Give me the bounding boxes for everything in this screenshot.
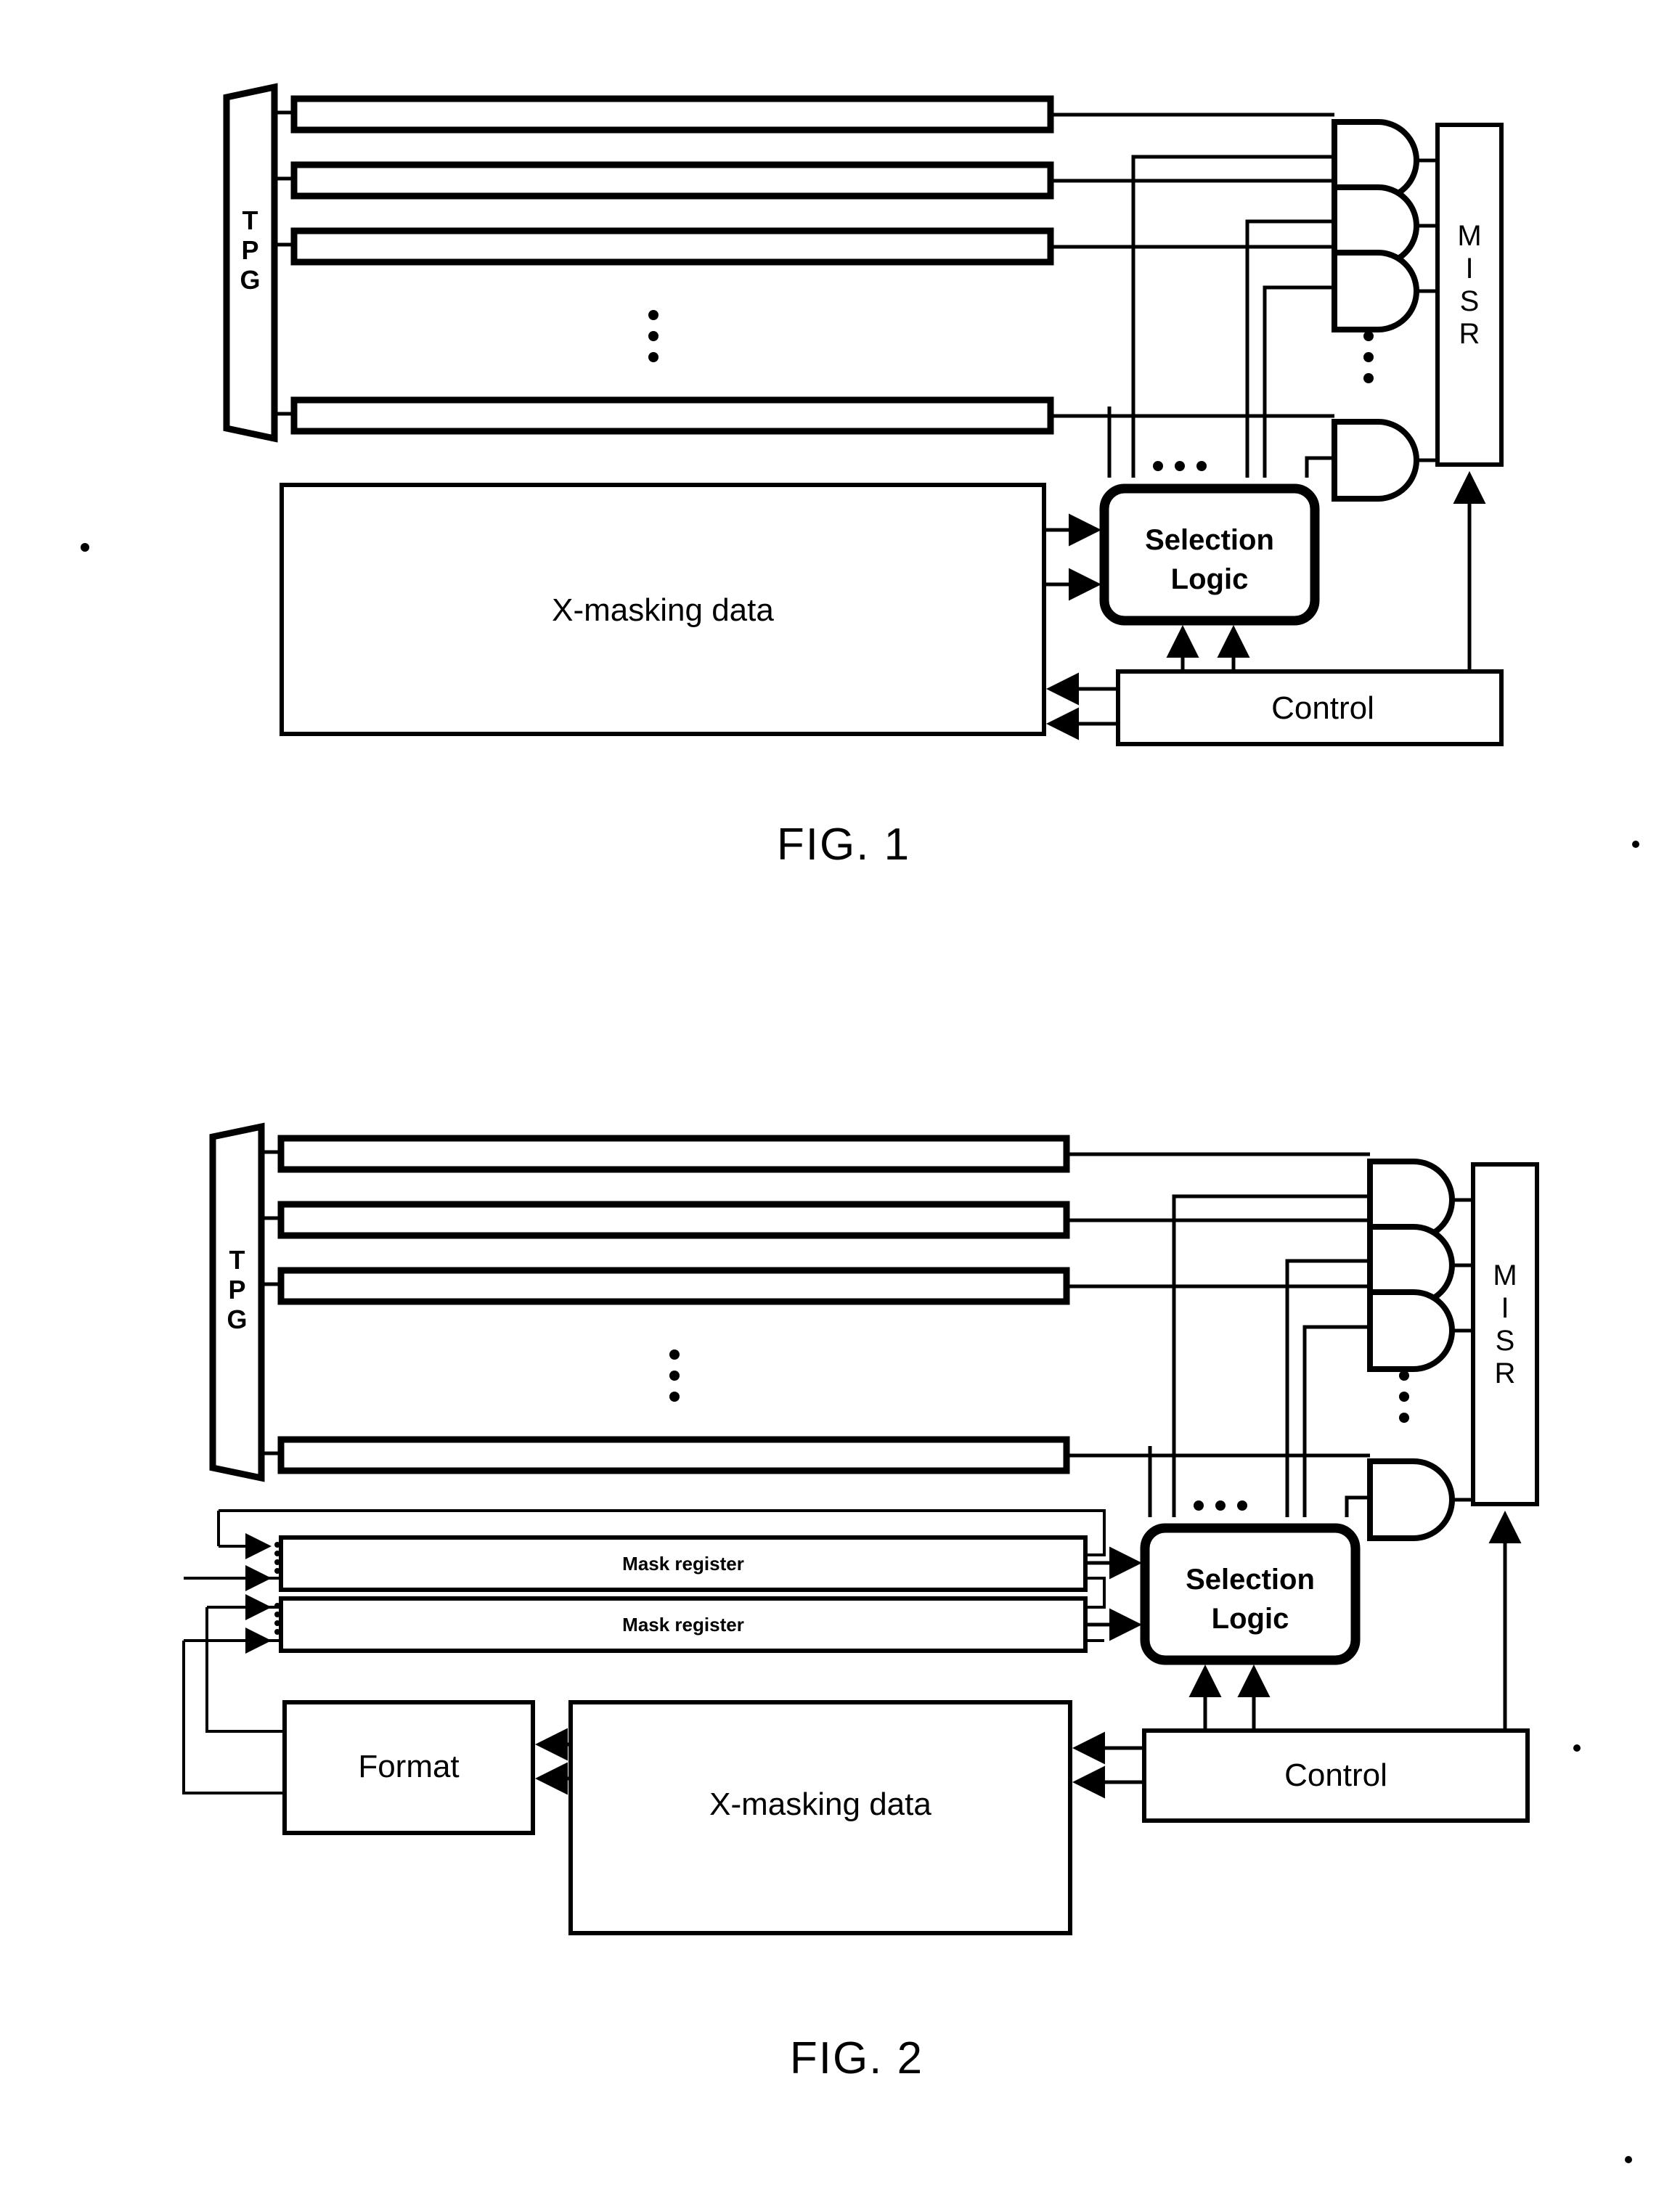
fig2-misr-label-m: M [1493, 1259, 1517, 1291]
fig1-scan-chain-ellipsis [648, 310, 658, 362]
figure-canvas: T P G M I S R Selection Logic X-masking … [81, 83, 1639, 2163]
fig1-tpg-label-t: T [242, 205, 259, 235]
fig1-tpg-label-p: P [241, 235, 259, 265]
fig2-scan-chain-row[interactable] [277, 1135, 1070, 1173]
patent-drawing-sheet: T P G M I S R Selection Logic X-masking … [0, 0, 1680, 2201]
fig2-misr-block[interactable]: M I S R [1471, 1162, 1539, 1506]
fig1-misr-label-r: R [1459, 318, 1480, 350]
page-speck [81, 543, 89, 552]
fig2-selection-logic-line2: Logic [1212, 1603, 1289, 1635]
fig2-scan-chain-ellipsis [669, 1349, 680, 1402]
fig2-scan-chain-row[interactable] [277, 1267, 1070, 1305]
fig2-misr-label-i: I [1501, 1292, 1509, 1324]
fig2-tpg-label-g: G [227, 1304, 248, 1334]
fig2-scan-chains [277, 1135, 1070, 1474]
fig1-and-gates [1332, 119, 1419, 502]
page-speck [1632, 841, 1639, 848]
fig1-selection-bus-ellipsis [1153, 461, 1207, 471]
fig2-misr-label-s: S [1496, 1325, 1515, 1357]
fig2-and-gates [1367, 1159, 1455, 1541]
figure-1: T P G M I S R Selection Logic X-masking … [223, 83, 1504, 870]
fig2-selection-logic-line1: Selection [1186, 1564, 1315, 1596]
fig1-gate-ellipsis [1363, 331, 1374, 383]
fig2-control-label: Control [1284, 1757, 1387, 1793]
fig2-mask-register-label: Mask register [622, 1614, 744, 1636]
fig1-selection-logic-line2: Logic [1171, 563, 1249, 595]
and-gate[interactable] [1367, 1458, 1455, 1541]
fig1-scan-chains [290, 95, 1054, 435]
fig2-selection-logic-block[interactable]: Selection Logic [1140, 1523, 1361, 1665]
fig1-xmasking-to-selection-arrows [1046, 513, 1101, 601]
fig1-misr-label-m: M [1457, 220, 1481, 252]
page-speck [1625, 2156, 1632, 2163]
fig2-control-to-xmasking-arrows [1072, 1731, 1144, 1799]
fig2-xmasking-block[interactable]: X-masking data [568, 1700, 1072, 1935]
fig1-caption: FIG. 1 [777, 820, 910, 870]
fig2-xmasking-label: X-masking data [709, 1786, 931, 1822]
fig2-chain-to-gate-wires [1067, 1152, 1370, 1458]
and-gate[interactable] [1367, 1289, 1455, 1372]
fig2-xmasking-to-format-arrows [535, 1728, 571, 1795]
fig1-selection-logic-line1: Selection [1145, 524, 1274, 556]
fig1-misr-label-s: S [1460, 285, 1480, 317]
fig1-tpg-block[interactable]: T P G [223, 83, 278, 443]
fig2-gate-ellipsis [1399, 1371, 1409, 1423]
fig2-control-to-selection-arrows [1188, 1665, 1271, 1731]
fig1-mask-bus [1131, 155, 1334, 478]
fig2-mask-bus [1172, 1194, 1370, 1517]
figure-2: T P G M I S R Selection Logic Mask regis… [182, 1122, 1539, 2083]
fig2-tpg-block[interactable]: T P G [209, 1122, 265, 1482]
fig2-format-label: Format [358, 1749, 459, 1784]
page-speck [1573, 1744, 1581, 1752]
fig1-chain-to-gate-wires [1051, 113, 1334, 418]
fig2-tpg-label-p: P [228, 1275, 246, 1304]
fig1-misr-block[interactable]: M I S R [1435, 123, 1504, 467]
fig1-misr-label-i: I [1465, 253, 1473, 285]
fig1-scan-chain-row[interactable] [290, 227, 1054, 266]
fig1-xmasking-label: X-masking data [552, 592, 774, 628]
fig2-mask-registers: Mask register Mask register [279, 1535, 1088, 1653]
fig2-selection-bus-ellipsis [1194, 1500, 1247, 1511]
fig1-gate-to-misr-wires [1416, 158, 1438, 462]
fig2-format-block[interactable]: Format [282, 1700, 535, 1835]
fig1-xmasking-block[interactable]: X-masking data [280, 483, 1046, 736]
fig1-control-label: Control [1271, 690, 1374, 726]
fig2-control-block[interactable]: Control [1142, 1728, 1530, 1823]
fig1-control-to-xmasking-arrows [1046, 672, 1118, 740]
fig2-scan-chain-row[interactable] [277, 1201, 1070, 1239]
and-gate[interactable] [1332, 419, 1419, 502]
fig2-misr-label-r: R [1495, 1357, 1516, 1389]
fig1-selection-logic-block[interactable]: Selection Logic [1099, 483, 1320, 626]
fig2-mask-register-to-selection-arrows [1085, 1546, 1142, 1641]
fig2-caption: FIG. 2 [790, 2033, 923, 2083]
and-gate[interactable] [1332, 250, 1419, 332]
fig2-tpg-label-t: T [229, 1245, 246, 1275]
fig1-scan-chain-row[interactable] [290, 396, 1054, 435]
fig1-scan-chain-row[interactable] [290, 161, 1054, 200]
fig1-control-to-selection-arrows [1166, 625, 1250, 671]
fig1-tpg-label-g: G [240, 265, 261, 295]
fig1-control-block[interactable]: Control [1116, 669, 1504, 746]
fig2-gate-to-misr-wires [1452, 1198, 1473, 1502]
fig2-scan-chain-row[interactable] [277, 1436, 1070, 1474]
fig2-format-output-wires [182, 1607, 285, 1794]
fig2-mask-register-label: Mask register [622, 1553, 744, 1575]
fig1-scan-chain-row[interactable] [290, 95, 1054, 134]
